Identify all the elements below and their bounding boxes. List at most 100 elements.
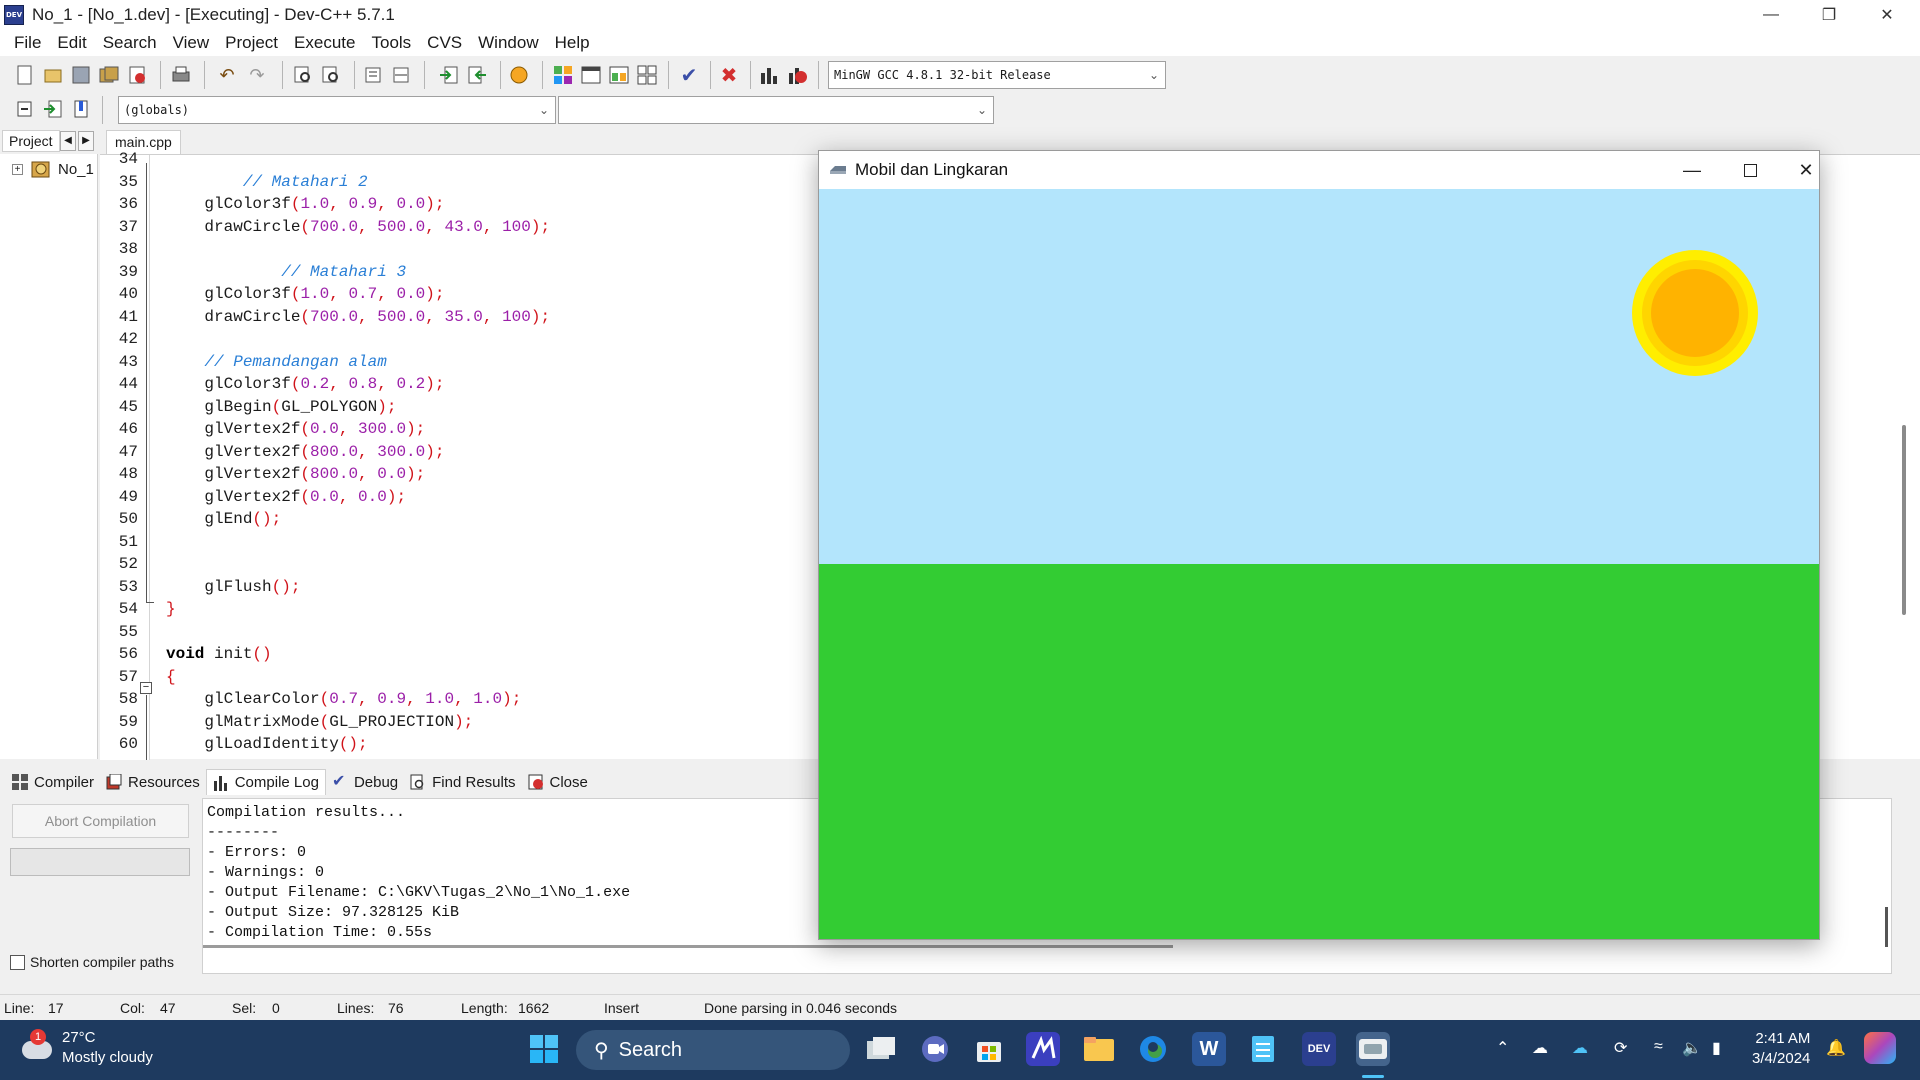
menu-project[interactable]: Project [217,33,286,53]
code-line[interactable]: glFlush(); [166,578,300,596]
taskbar-search[interactable]: ⚲ Search [576,1030,850,1070]
code-line[interactable]: glVertex2f(800.0, 300.0); [166,443,444,461]
menu-edit[interactable]: Edit [49,33,94,53]
editor-scrollbar[interactable] [1902,425,1906,615]
code-line[interactable]: } [166,600,176,618]
minimize-button[interactable]: — [1742,0,1800,30]
compiler-select[interactable]: MinGW GCC 4.8.1 32-bit Release ⌄ [828,61,1166,89]
taskbar-clock[interactable]: 2:41 AM 3/4/2024 [1752,1029,1810,1069]
member-select[interactable]: ⌄ [558,96,994,124]
start-button[interactable] [527,1032,561,1066]
menu-cvs[interactable]: CVS [419,33,470,53]
copilot-button[interactable] [1864,1032,1896,1064]
log-horizontal-scrollbar[interactable] [203,945,1173,948]
close-button[interactable]: ✕ [1858,0,1916,30]
code-line[interactable]: glClearColor(0.7, 0.9, 1.0, 1.0); [166,690,521,708]
gl-window-title-bar[interactable]: Mobil dan Lingkaran — ✕ [819,151,1819,189]
code-line[interactable]: glLoadIdentity(); [166,735,367,753]
find-button[interactable] [290,62,316,88]
delete-profile-button[interactable] [784,62,810,88]
gl-output-window[interactable]: Mobil dan Lingkaran — ✕ [818,150,1820,940]
code-line[interactable]: glVertex2f(0.0, 300.0); [166,420,425,438]
profile-button[interactable] [756,62,782,88]
run-button[interactable] [578,62,604,88]
onedrive-icon[interactable]: ☁ [1532,1038,1548,1058]
tab-resources[interactable]: Resources [100,769,206,795]
code-line[interactable]: glVertex2f(0.0, 0.0); [166,488,406,506]
gl-window-taskbar-button[interactable] [1356,1032,1390,1066]
menu-search[interactable]: Search [95,33,165,53]
tab-project[interactable]: Project [2,130,60,152]
menu-file[interactable]: File [6,33,49,53]
compile-button[interactable] [550,62,576,88]
redo-button[interactable]: ↷ [244,62,270,88]
code-line[interactable]: glEnd(); [166,510,281,528]
checkbox-box[interactable] [10,954,25,970]
volume-icon[interactable]: 🔈 [1682,1038,1702,1058]
goto-button[interactable] [436,62,462,88]
meet-button[interactable] [918,1032,952,1066]
compile-run-button[interactable] [606,62,632,88]
replace-button[interactable] [318,62,344,88]
gl-close-button[interactable]: ✕ [1777,155,1835,185]
goto-bookmark-button[interactable] [68,96,94,122]
tree-item-project[interactable]: No_1 [30,158,94,180]
notepad-button[interactable] [1246,1032,1280,1066]
battery-icon[interactable]: ▮ [1712,1038,1721,1058]
rebuild-button[interactable] [634,62,660,88]
weather-widget[interactable]: 1 27°C Mostly cloudy [20,1028,153,1068]
insert-button[interactable] [12,96,38,122]
syntax-check-button[interactable]: ✔ [676,62,702,88]
scope-select[interactable]: (globals) ⌄ [118,96,556,124]
new-file-button[interactable] [12,62,38,88]
pen-app-button[interactable] [1026,1032,1060,1066]
notification-bell-icon[interactable]: 🔔 [1826,1038,1846,1058]
tab-scroll-right-button[interactable]: ▶ [78,131,94,151]
file-explorer-button[interactable] [1082,1032,1116,1066]
print-button[interactable] [168,62,194,88]
gl-canvas[interactable] [819,189,1819,939]
tab-compile-log[interactable]: Compile Log [205,769,326,795]
undo-button[interactable]: ↶ [214,62,240,88]
save-all-button[interactable] [96,62,122,88]
wifi-icon[interactable]: ≈ [1654,1038,1663,1056]
word-button[interactable]: W [1192,1032,1226,1066]
code-line[interactable]: void init() [166,645,272,663]
menu-execute[interactable]: Execute [286,33,363,53]
tree-expand-toggle[interactable]: + [12,164,23,175]
indent-button[interactable] [360,62,386,88]
save-button[interactable] [68,62,94,88]
store-button[interactable] [972,1032,1006,1066]
code-line[interactable]: // Pemandangan alam [166,353,386,371]
stop-execution-button[interactable]: ✖ [716,62,742,88]
menu-window[interactable]: Window [470,33,546,53]
log-vertical-scrollbar[interactable] [1885,907,1888,947]
code-line[interactable]: glBegin(GL_POLYGON); [166,398,396,416]
edge-button[interactable] [1136,1032,1170,1066]
code-line[interactable]: // Matahari 2 [166,173,368,191]
code-line[interactable]: // Matahari 3 [166,263,406,281]
toggle-bookmark-button[interactable] [40,96,66,122]
code-line[interactable]: glMatrixMode(GL_PROJECTION); [166,713,473,731]
code-line[interactable]: glColor3f(1.0, 0.7, 0.0); [166,285,444,303]
close-file-button[interactable] [124,62,150,88]
menu-tools[interactable]: Tools [363,33,419,53]
task-view-button[interactable] [864,1032,898,1066]
tab-close[interactable]: Close [522,769,594,795]
devcpp-taskbar-button[interactable]: DEV [1302,1032,1336,1066]
gl-maximize-button[interactable] [1721,155,1779,185]
code-line[interactable]: drawCircle(700.0, 500.0, 35.0, 100); [166,308,550,326]
tab-compiler[interactable]: Compiler [6,769,100,795]
fold-toggle[interactable]: − [140,682,152,694]
code-line[interactable]: { [166,668,176,686]
sync-icon[interactable]: ⟳ [1614,1038,1627,1058]
unindent-button[interactable] [388,62,414,88]
gl-minimize-button[interactable]: — [1663,155,1721,185]
code-line[interactable]: glColor3f(1.0, 0.9, 0.0); [166,195,444,213]
tab-debug[interactable]: ✔ Debug [326,769,404,795]
tab-find-results[interactable]: Find Results [404,769,521,795]
onedrive-blue-icon[interactable]: ☁ [1572,1038,1588,1058]
code-line[interactable]: glColor3f(0.2, 0.8, 0.2); [166,375,444,393]
show-hidden-icons-button[interactable]: ⌃ [1496,1038,1509,1058]
shorten-paths-checkbox[interactable]: Shorten compiler paths [10,954,174,970]
